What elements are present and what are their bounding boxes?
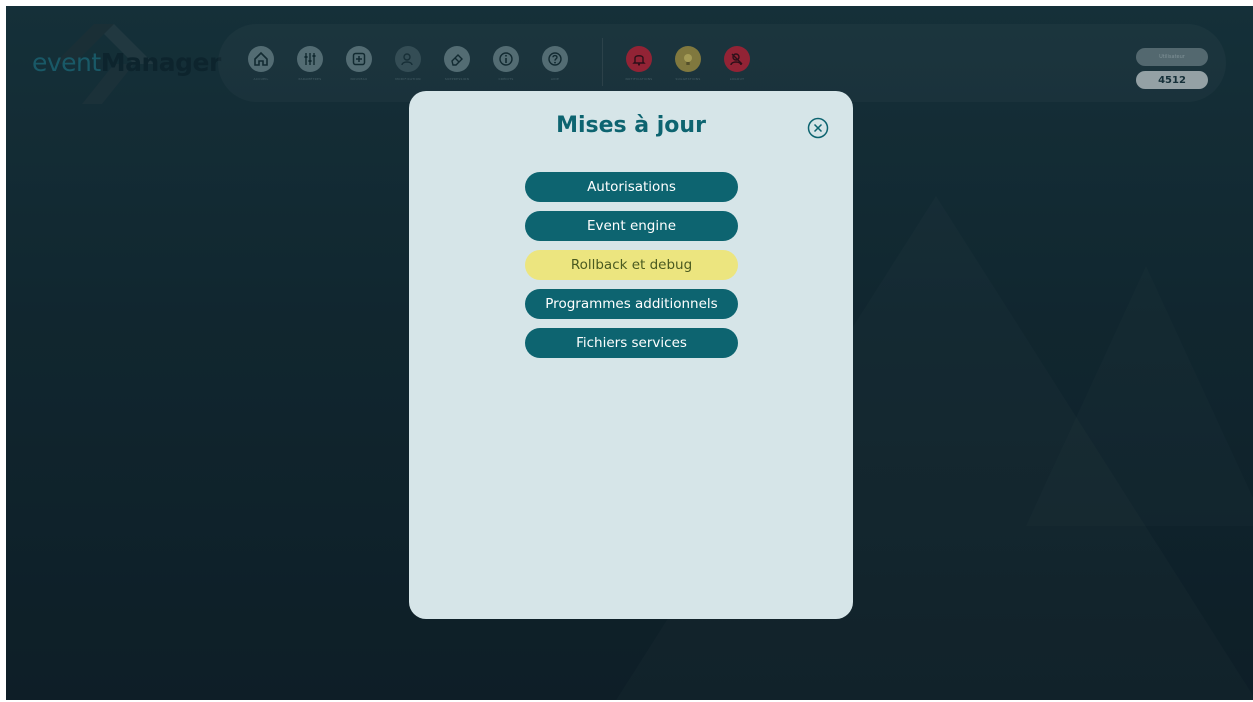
updates-dialog: Mises à jour Autorisations Event engine …: [409, 91, 853, 619]
fichiers-services-button[interactable]: Fichiers services: [525, 328, 738, 358]
dialog-title: Mises à jour: [556, 113, 706, 138]
autorisations-button[interactable]: Autorisations: [525, 172, 738, 202]
event-engine-button[interactable]: Event engine: [525, 211, 738, 241]
programmes-additionnels-button[interactable]: Programmes additionnels: [525, 289, 738, 319]
rollback-debug-button[interactable]: Rollback et debug: [525, 250, 738, 280]
close-icon[interactable]: [807, 117, 829, 139]
